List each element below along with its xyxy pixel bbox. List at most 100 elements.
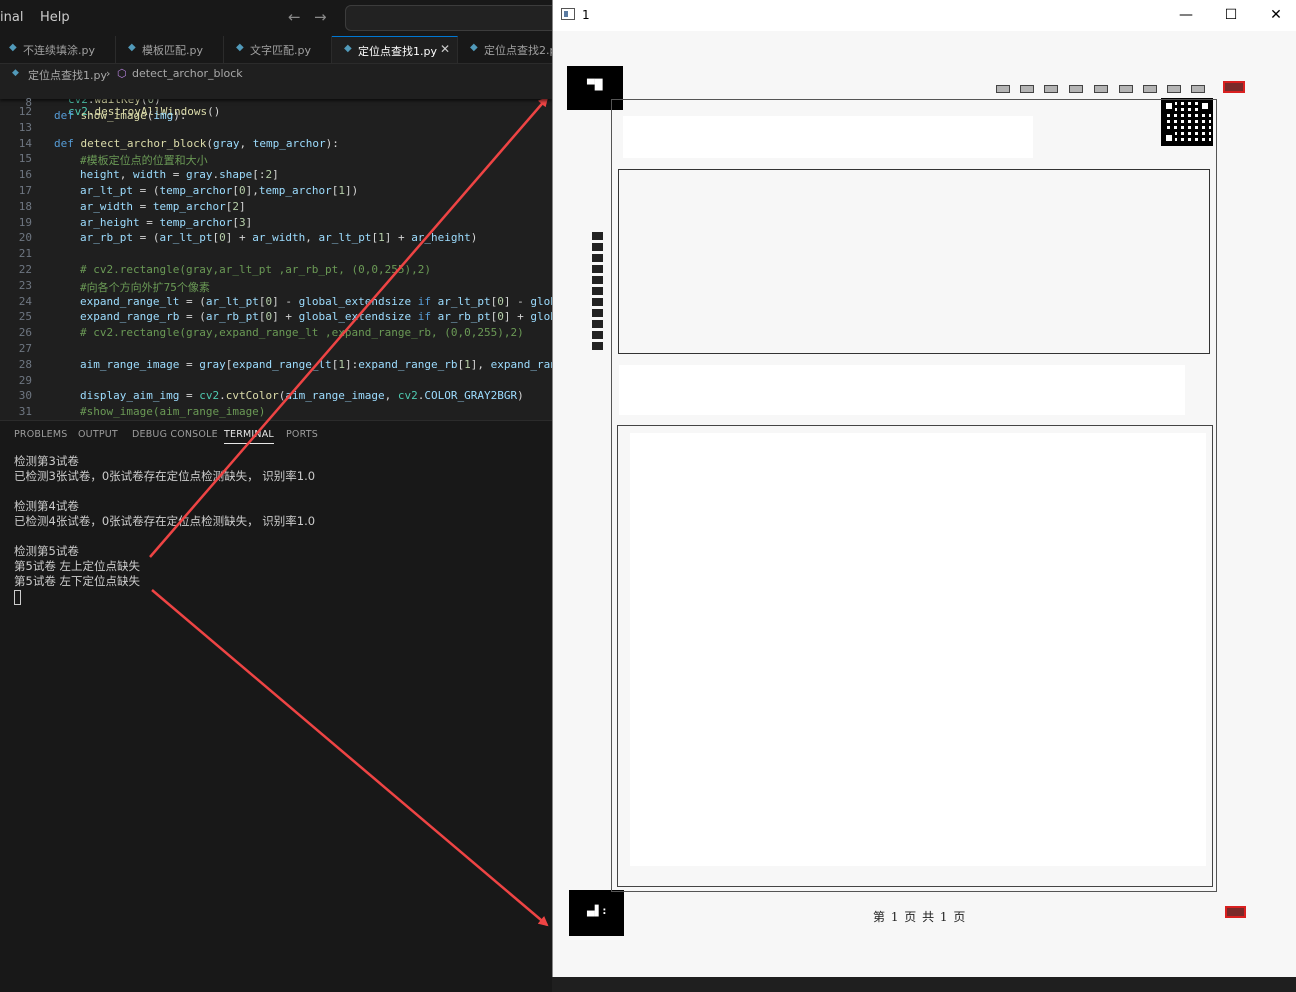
code-line[interactable]: 20 ar_rb_pt = (ar_lt_pt[0] + ar_width, ar… xyxy=(0,231,552,247)
timing-mark xyxy=(996,85,1010,93)
sticky-scroll-header[interactable]: 8 def show_image(img): xyxy=(0,83,552,122)
line-number: 21 xyxy=(18,247,32,261)
breadcrumb-file[interactable]: 定位点查找1.py xyxy=(28,67,107,83)
terminal-line: 第5试卷 左上定位点缺失 xyxy=(14,559,140,573)
code-text: aim_range_image = gray[expand_range_lt[1… xyxy=(80,357,552,371)
code-line[interactable]: 25 expand_range_rb = (ar_rb_pt[0] + globa… xyxy=(0,310,552,326)
timing-mark xyxy=(1069,85,1083,93)
python-file-icon: ◆ xyxy=(9,42,17,53)
side-mark xyxy=(592,265,603,273)
code-line[interactable]: 23 #向各个方向外扩75个像素 xyxy=(0,279,552,295)
line-number: 16 xyxy=(18,168,32,182)
arrow-left-icon[interactable]: ← xyxy=(288,8,301,26)
tab-label: 定位点查找1.py xyxy=(358,45,437,58)
line-number: 28 xyxy=(18,357,32,371)
timing-mark xyxy=(1191,85,1205,93)
tab-label: 不连续填涂.py xyxy=(23,44,95,57)
minimize-icon[interactable]: — xyxy=(1163,3,1209,27)
code-line[interactable]: 15 #模板定位点的位置和大小 xyxy=(0,152,552,168)
tab-debug-console[interactable]: DEBUG CONSOLE xyxy=(132,429,218,440)
arrow-right-icon[interactable]: → xyxy=(314,8,327,26)
anchor-glyph: ▄▌: xyxy=(587,906,607,917)
side-mark xyxy=(592,232,603,240)
bottom-panel: PROBLEMS OUTPUT DEBUG CONSOLE TERMINAL P… xyxy=(0,420,552,992)
code-line[interactable]: 14 def detect_archor_block(gray, temp_arc… xyxy=(0,137,552,153)
python-file-icon: ◆ xyxy=(128,42,136,53)
code-text: # cv2.rectangle(gray,ar_lt_pt ,ar_rb_pt,… xyxy=(80,263,431,276)
tab-terminal[interactable]: TERMINAL xyxy=(224,429,274,444)
terminal-line: 已检测4张试卷，0张试卷存在定位点检测缺失， 识别率1.0 xyxy=(14,514,316,528)
breadcrumb-symbol[interactable]: detect_archor_block xyxy=(132,67,243,80)
code-editor[interactable]: 8 def show_image(img): cv2.waitKey(0)12c… xyxy=(0,83,552,420)
python-file-icon: ◆ xyxy=(344,43,352,54)
code-text: def detect_archor_block(gray, temp_archo… xyxy=(54,136,339,150)
timing-mark xyxy=(1044,85,1058,93)
section-blank-area xyxy=(619,365,1185,415)
maximize-icon[interactable]: ☐ xyxy=(1208,3,1254,27)
line-number: 23 xyxy=(18,278,32,292)
terminal-line: 检测第3试卷 xyxy=(14,454,79,468)
answer-box-top xyxy=(618,169,1210,354)
timing-mark xyxy=(1143,85,1157,93)
code-line[interactable]: 30 display_aim_img = cv2.cvtColor(aim_ran… xyxy=(0,389,552,405)
close-icon[interactable]: ✕ xyxy=(440,42,450,56)
tab-dingweidian2[interactable]: ◆ 定位点查找2.p xyxy=(458,36,552,63)
terminal-line: 检测第5试卷 xyxy=(14,544,79,558)
line-number: 15 xyxy=(18,152,32,166)
side-mark xyxy=(592,342,603,350)
side-mark xyxy=(592,320,603,328)
code-line[interactable]: 17 ar_lt_pt = (temp_archor[0],temp_archor… xyxy=(0,184,552,200)
answer-area-blank xyxy=(630,433,1206,866)
tab-wenzi[interactable]: ◆ 文字匹配.py xyxy=(224,36,332,63)
detected-anchor-bottom-right xyxy=(1225,906,1246,918)
line-number: 30 xyxy=(18,389,32,403)
code-line: def show_image(img): xyxy=(54,109,187,122)
tab-ports[interactable]: PORTS xyxy=(286,429,318,440)
tab-problems[interactable]: PROBLEMS xyxy=(14,429,67,440)
terminal-line: 第5试卷 左下定位点缺失 xyxy=(14,574,140,588)
side-mark xyxy=(592,254,603,262)
code-line[interactable]: 16 height, width = gray.shape[:2] xyxy=(0,168,552,184)
side-mark xyxy=(592,276,603,284)
terminal-line: 检测第4试卷 xyxy=(14,499,79,513)
code-line[interactable]: 29 xyxy=(0,374,552,390)
python-file-icon: ◆ xyxy=(12,68,19,78)
code-line[interactable]: 27 xyxy=(0,342,552,358)
python-file-icon: ◆ xyxy=(236,42,244,53)
window-title-bar[interactable]: 1 — ☐ ✕ xyxy=(553,0,1296,31)
side-mark xyxy=(592,331,603,339)
code-line[interactable]: 31 #show_image(aim_range_image) xyxy=(0,405,552,420)
code-line[interactable]: 24 expand_range_lt = (ar_lt_pt[0] - globa… xyxy=(0,295,552,311)
code-line[interactable]: 13 xyxy=(0,121,552,137)
code-line[interactable]: 22 # cv2.rectangle(gray,ar_lt_pt ,ar_rb_p… xyxy=(0,263,552,279)
tab-output[interactable]: OUTPUT xyxy=(78,429,118,440)
code-line[interactable]: 19 ar_height = temp_archor[3] xyxy=(0,216,552,232)
tab-dingweidian1[interactable]: ◆ 定位点查找1.py ✕ xyxy=(332,36,458,63)
code-text: ar_rb_pt = (ar_lt_pt[0] + ar_width, ar_l… xyxy=(80,231,478,245)
menu-help[interactable]: Help xyxy=(40,10,70,25)
terminal-line: 已检测3张试卷，0张试卷存在定位点检测缺失， 识别率1.0 xyxy=(14,469,316,483)
code-line[interactable]: 26 # cv2.rectangle(gray,expand_range_lt ,… xyxy=(0,326,552,342)
code-line[interactable]: 21 xyxy=(0,247,552,263)
close-icon[interactable]: ✕ xyxy=(1253,3,1296,27)
tab-muban[interactable]: ◆ 模板匹配.py xyxy=(116,36,224,63)
timing-mark xyxy=(1167,85,1181,93)
window-app-icon xyxy=(561,8,575,20)
tab-buliangxu[interactable]: ◆ 不连续填涂.py xyxy=(0,36,116,63)
code-text: display_aim_img = cv2.cvtColor(aim_range… xyxy=(80,389,524,403)
symbol-method-icon: ⬡ xyxy=(117,67,127,80)
side-mark xyxy=(592,309,603,317)
command-center-search[interactable] xyxy=(345,5,567,31)
line-number: 25 xyxy=(18,310,32,324)
menu-terminal[interactable]: inal xyxy=(0,10,23,25)
code-text: ar_width = temp_archor[2] xyxy=(80,199,246,213)
code-line[interactable]: 18 ar_width = temp_archor[2] xyxy=(0,200,552,216)
image-viewer-window: 1 — ☐ ✕ ▀█ ▄▌: 第 1 页 共 1 页 xyxy=(552,0,1296,977)
line-number: 20 xyxy=(18,231,32,245)
detected-anchor-top-right xyxy=(1223,81,1245,93)
code-text: ar_height = temp_archor[3] xyxy=(80,215,253,229)
line-number: 18 xyxy=(18,199,32,213)
timing-mark xyxy=(1119,85,1133,93)
code-line[interactable]: 28 aim_range_image = gray[expand_range_lt… xyxy=(0,358,552,374)
page-footer: 第 1 页 共 1 页 xyxy=(873,910,967,924)
